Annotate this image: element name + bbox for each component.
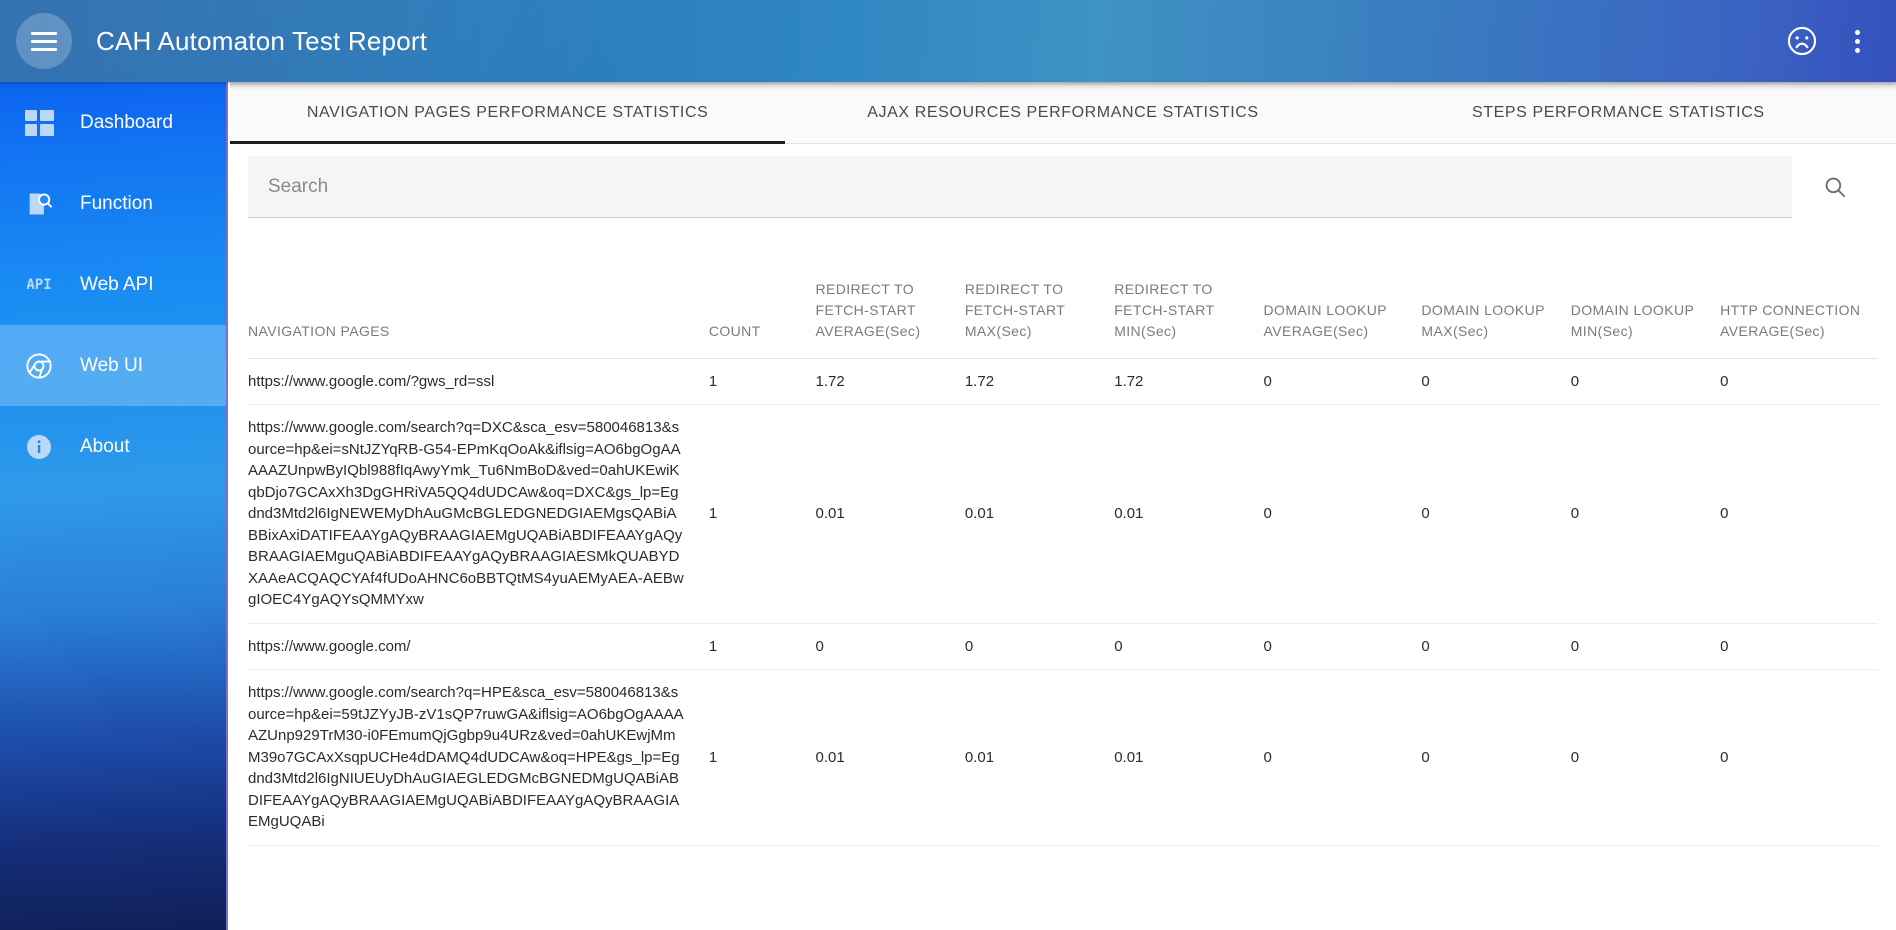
- chrome-browser-icon: [22, 349, 56, 383]
- cell-navigation-page-url: https://www.google.com/search?q=HPE&sca_…: [248, 670, 709, 846]
- tab-steps-performance-statistics[interactable]: STEPS PERFORMANCE STATISTICS: [1341, 82, 1896, 143]
- header-actions: [1785, 22, 1896, 61]
- cell-redirect-avg: 1.72: [816, 358, 965, 405]
- sidebar-item-label: Web API: [80, 274, 154, 296]
- cell-dns-min: 0: [1571, 358, 1720, 405]
- column-header-http-connection-average[interactable]: HTTP CONNECTION AVERAGE(Sec): [1720, 218, 1878, 358]
- kebab-menu-icon[interactable]: [1845, 22, 1870, 61]
- column-header-navigation-pages[interactable]: NAVIGATION PAGES: [248, 218, 709, 358]
- cell-dns-max: 0: [1421, 623, 1570, 670]
- sidebar-item-label: Function: [80, 193, 153, 215]
- cell-dns-max: 0: [1421, 670, 1570, 846]
- sidebar-item-function[interactable]: Function: [0, 163, 226, 244]
- cell-dns-max: 0: [1421, 405, 1570, 624]
- cell-count: 1: [709, 358, 816, 405]
- main-content: NAVIGATION PAGES PERFORMANCE STATISTICS …: [230, 82, 1896, 930]
- sidebar-item-label: Web UI: [80, 355, 143, 377]
- cell-redirect-min: 0.01: [1114, 670, 1263, 846]
- cell-navigation-page-url: https://www.google.com/: [248, 623, 709, 670]
- search-field[interactable]: [248, 156, 1792, 218]
- table-row[interactable]: https://www.google.com/search?q=DXC&sca_…: [248, 405, 1878, 624]
- cell-redirect-avg: 0.01: [816, 405, 965, 624]
- cell-dns-min: 0: [1571, 670, 1720, 846]
- column-header-redirect-to-fetch-start-average[interactable]: REDIRECT TO FETCH-START AVERAGE(Sec): [816, 218, 965, 358]
- hamburger-icon[interactable]: [16, 13, 72, 69]
- cell-dns-avg: 0: [1264, 670, 1422, 846]
- table-row[interactable]: https://www.google.com/?gws_rd=ssl 1 1.7…: [248, 358, 1878, 405]
- cell-http-conn-avg: 0: [1720, 405, 1878, 624]
- sidebar-item-label: About: [80, 436, 130, 458]
- app-window: CAH Automaton Test Report: [0, 0, 1896, 930]
- search-bar: [230, 144, 1896, 218]
- info-circle-icon: [22, 430, 56, 464]
- sidebar-item-web-ui[interactable]: Web UI: [0, 325, 226, 406]
- cell-count: 1: [709, 623, 816, 670]
- dashboard-grid-icon: [22, 106, 56, 140]
- cell-dns-max: 0: [1421, 358, 1570, 405]
- cell-count: 1: [709, 405, 816, 624]
- api-text-icon: API: [22, 268, 56, 302]
- column-header-domain-lookup-min[interactable]: DOMAIN LOOKUP MIN(Sec): [1571, 218, 1720, 358]
- kebab-dot: [1855, 39, 1860, 44]
- hamburger-bar: [31, 48, 57, 51]
- cell-navigation-page-url: https://www.google.com/search?q=DXC&sca_…: [248, 405, 709, 624]
- column-header-redirect-to-fetch-start-max[interactable]: REDIRECT TO FETCH-START MAX(Sec): [965, 218, 1114, 358]
- sad-face-icon[interactable]: [1785, 24, 1819, 58]
- tab-label: NAVIGATION PAGES PERFORMANCE STATISTICS: [307, 104, 709, 122]
- cell-redirect-max: 0.01: [965, 405, 1114, 624]
- table-header: NAVIGATION PAGES COUNT REDIRECT TO FETCH…: [248, 218, 1878, 358]
- cell-redirect-min: 0: [1114, 623, 1263, 670]
- app-header: CAH Automaton Test Report: [0, 0, 1896, 82]
- sidebar-item-label: Dashboard: [80, 112, 173, 134]
- sidebar: Dashboard Function API Web API: [0, 82, 228, 930]
- cell-dns-avg: 0: [1264, 623, 1422, 670]
- sidebar-item-web-api[interactable]: API Web API: [0, 244, 226, 325]
- column-header-domain-lookup-max[interactable]: DOMAIN LOOKUP MAX(Sec): [1421, 218, 1570, 358]
- search-icon[interactable]: [1792, 156, 1878, 218]
- sidebar-item-about[interactable]: About: [0, 406, 226, 487]
- cell-redirect-min: 1.72: [1114, 358, 1263, 405]
- sidebar-item-dashboard[interactable]: Dashboard: [0, 82, 226, 163]
- cell-http-conn-avg: 0: [1720, 623, 1878, 670]
- cell-redirect-max: 0.01: [965, 670, 1114, 846]
- search-input[interactable]: [266, 175, 1792, 199]
- table-body: https://www.google.com/?gws_rd=ssl 1 1.7…: [248, 358, 1878, 845]
- cell-dns-min: 0: [1571, 623, 1720, 670]
- table-header-row: NAVIGATION PAGES COUNT REDIRECT TO FETCH…: [248, 218, 1878, 358]
- table-row[interactable]: https://www.google.com/ 1 0 0 0 0 0 0 0: [248, 623, 1878, 670]
- cell-dns-min: 0: [1571, 405, 1720, 624]
- table-row[interactable]: https://www.google.com/search?q=HPE&sca_…: [248, 670, 1878, 846]
- cell-http-conn-avg: 0: [1720, 358, 1878, 405]
- cell-count: 1: [709, 670, 816, 846]
- navigation-pages-performance-table: NAVIGATION PAGES COUNT REDIRECT TO FETCH…: [248, 218, 1878, 846]
- hamburger-bar: [31, 32, 57, 35]
- cell-redirect-avg: 0.01: [816, 670, 965, 846]
- column-header-redirect-to-fetch-start-min[interactable]: REDIRECT TO FETCH-START MIN(Sec): [1114, 218, 1263, 358]
- kebab-dot: [1855, 48, 1860, 53]
- column-header-count[interactable]: COUNT: [709, 218, 816, 358]
- cell-http-conn-avg: 0: [1720, 670, 1878, 846]
- tab-label: AJAX RESOURCES PERFORMANCE STATISTICS: [867, 104, 1258, 122]
- cell-dns-avg: 0: [1264, 405, 1422, 624]
- cell-navigation-page-url: https://www.google.com/?gws_rd=ssl: [248, 358, 709, 405]
- page-search-icon: [22, 187, 56, 221]
- cell-redirect-avg: 0: [816, 623, 965, 670]
- page-title: CAH Automaton Test Report: [96, 26, 427, 57]
- hamburger-bar: [31, 40, 57, 43]
- cell-redirect-max: 1.72: [965, 358, 1114, 405]
- cell-redirect-max: 0: [965, 623, 1114, 670]
- tab-label: STEPS PERFORMANCE STATISTICS: [1472, 104, 1765, 122]
- cell-dns-avg: 0: [1264, 358, 1422, 405]
- tab-navigation-pages-performance-statistics[interactable]: NAVIGATION PAGES PERFORMANCE STATISTICS: [230, 82, 785, 143]
- column-header-domain-lookup-average[interactable]: DOMAIN LOOKUP AVERAGE(Sec): [1264, 218, 1422, 358]
- tab-bar: NAVIGATION PAGES PERFORMANCE STATISTICS …: [230, 82, 1896, 144]
- tab-ajax-resources-performance-statistics[interactable]: AJAX RESOURCES PERFORMANCE STATISTICS: [785, 82, 1340, 143]
- table-scroll-region[interactable]: NAVIGATION PAGES COUNT REDIRECT TO FETCH…: [230, 218, 1896, 898]
- cell-redirect-min: 0.01: [1114, 405, 1263, 624]
- kebab-dot: [1855, 30, 1860, 35]
